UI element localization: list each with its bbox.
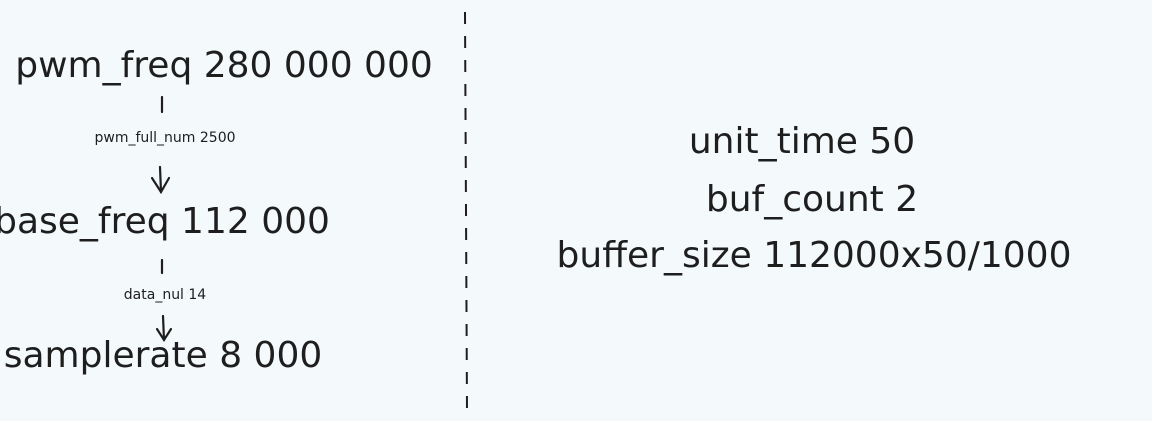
samplerate-label: samplerate 8 000 [3,335,323,376]
buf-count-label: buf_count 2 [705,179,919,220]
data-nul-label: data_nul 14 [123,287,207,303]
base-freq-label: base_freq 112 000 [0,201,330,242]
unit-time-label: unit_time 50 [688,121,916,162]
buffer-size-label: buffer_size 112000x50/1000 [556,235,1072,276]
pwm-full-num-label: pwm_full_num 2500 [94,130,236,146]
dashed-divider [464,11,468,411]
pwm-freq-label: pwm_freq 280 000 000 [15,45,433,86]
